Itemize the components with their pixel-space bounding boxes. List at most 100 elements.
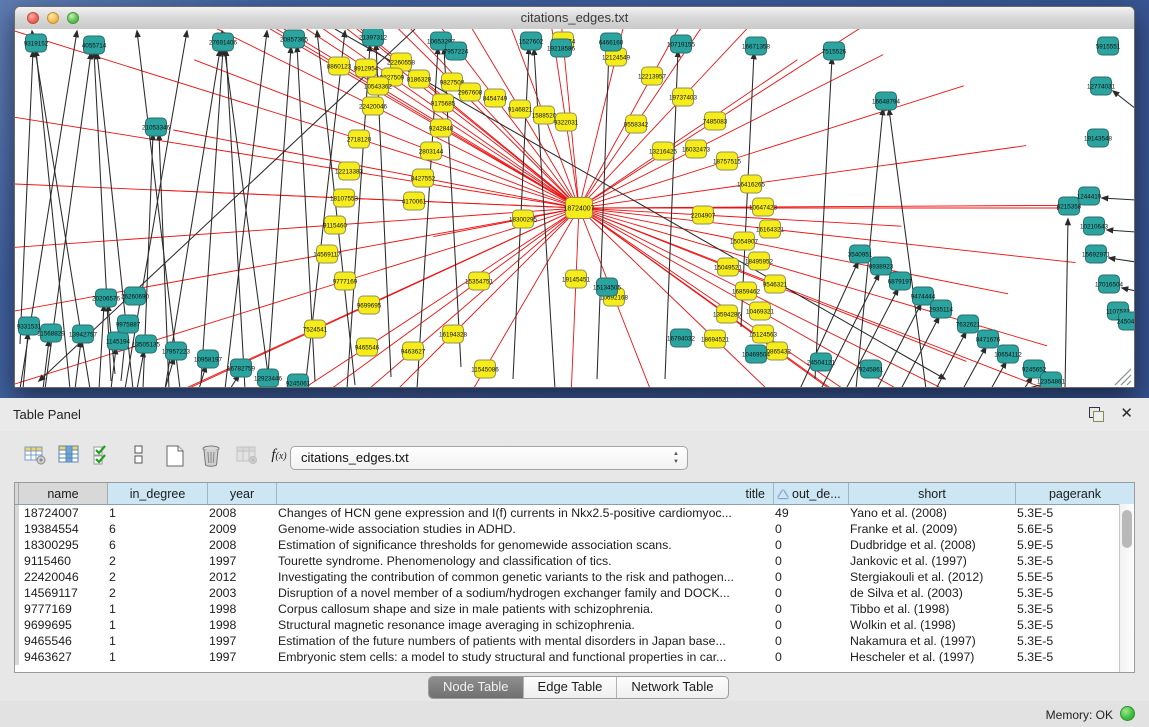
table-row[interactable]: 946554611997Estimation of the future num… [15,633,1134,649]
svg-text:7524541: 7524541 [303,326,328,333]
table-body: 1872400712008Changes of HCN gene express… [15,505,1134,665]
svg-text:17957223: 17957223 [162,348,191,355]
svg-text:16782759: 16782759 [227,365,256,372]
table-cell: 1 [104,649,204,665]
float-panel-icon[interactable] [1087,406,1105,422]
svg-text:16164321: 16164321 [756,226,785,233]
column-header-year[interactable]: year [208,483,277,504]
table-cell: 0 [770,601,845,617]
column-header-out-degree[interactable]: out_de... [774,483,849,504]
table-row[interactable]: 977716911998Corpus callosum shape and si… [15,601,1134,617]
network-window: citations_edges.txt 88601238912954222605… [14,6,1135,388]
table-cell: 14569117 [19,585,104,601]
svg-text:7485083: 7485083 [703,118,728,125]
svg-text:8215358: 8215358 [1057,203,1082,210]
tab-network-table[interactable]: Network Table [617,677,727,698]
delete-table-icon[interactable] [234,444,260,470]
svg-text:8186328: 8186328 [407,76,432,83]
network-canvas[interactable]: 8860123891295422260558982750981863281054… [15,29,1134,387]
table-cell: 1 [104,601,204,617]
table-cell: 9465546 [19,633,104,649]
tab-edge-table[interactable]: Edge Table [524,677,618,698]
svg-text:17016504: 17016504 [1095,281,1124,288]
table-cell: 0 [770,617,845,633]
svg-text:9115460: 9115460 [323,222,348,229]
desktop-background: citations_edges.txt 88601238912954222605… [0,0,1149,398]
show-columns-icon[interactable] [56,444,82,470]
table-cell: 1997 [204,633,273,649]
table-cell: 2 [104,585,204,601]
table-cell: Dudbridge et al. (2008) [845,537,1012,553]
svg-text:2935114: 2935114 [929,306,954,313]
dropdown-stepper-icon: ▲▼ [669,450,683,466]
row-height-icon[interactable] [126,444,152,470]
svg-text:13594286: 13594286 [713,311,742,318]
table-cell: 9699695 [19,617,104,633]
table-cell: Changes of HCN gene expression and I(f) … [273,505,770,521]
memory-ok-icon [1120,706,1135,721]
table-row[interactable]: 911546021997Tourette syndrome. Phenomeno… [15,553,1134,569]
svg-text:18724007: 18724007 [563,205,594,212]
column-header-title[interactable]: title [277,483,774,504]
tab-node-table[interactable]: Node Table [429,677,524,698]
table-cell: 5.9E-5 [1012,537,1134,553]
svg-text:9245061: 9245061 [286,380,311,387]
svg-text:15692971: 15692971 [1082,251,1111,258]
create-column-icon[interactable] [162,444,188,470]
table-cell: Tibbo et al. (1998) [845,601,1012,617]
svg-text:9245861: 9245861 [859,366,884,373]
svg-text:7632621: 7632621 [956,321,981,328]
column-header-short[interactable]: short [849,483,1016,504]
select-columns-icon[interactable] [90,444,116,470]
column-header-pagerank[interactable]: pagerank [1016,483,1134,504]
delete-columns-icon[interactable] [198,444,224,470]
table-row[interactable]: 1830029562008Estimation of significance … [15,537,1134,553]
table-select-dropdown[interactable]: citations_edges.txt ▲▼ [290,446,688,470]
table-toolbar: f(x) citations_edges.txt ▲▼ [14,438,1135,478]
svg-text:27691406: 27691406 [209,39,238,46]
svg-text:9331531: 9331531 [17,323,42,330]
sort-ascending-icon [778,490,788,498]
svg-text:3540951: 3540951 [848,251,873,258]
scrollbar-thumb[interactable] [1122,510,1132,548]
svg-text:19737403: 19737403 [669,94,698,101]
svg-text:11545086: 11545086 [471,366,499,373]
table-cell: Tourette syndrome. Phenomenology and cla… [273,553,770,569]
svg-text:6879197: 6879197 [888,278,913,285]
table-cell: 18724007 [19,505,104,521]
window-titlebar[interactable]: citations_edges.txt [15,7,1134,30]
table-row[interactable]: 969969511998Structural magnetic resonanc… [15,617,1134,633]
svg-text:6466160: 6466160 [599,39,624,46]
svg-text:9699695: 9699695 [357,302,382,309]
vertical-scrollbar[interactable] [1119,504,1134,672]
close-panel-icon[interactable]: ✕ [1120,404,1133,422]
table-panel: Table Panel ✕ f(x) citations_edges.txt ▲… [0,398,1149,727]
svg-text:8454749: 8454749 [483,95,508,102]
svg-text:15134505: 15134505 [593,284,622,291]
table-cell: 1 [104,617,204,633]
table-cell: 0 [770,649,845,665]
svg-text:12354861: 12354861 [1037,378,1066,385]
svg-text:24504121: 24504121 [807,359,836,366]
function-builder-icon[interactable]: f(x) [266,447,292,473]
svg-text:18694521: 18694521 [701,336,730,343]
svg-text:12213957: 12213957 [638,73,667,80]
table-cell: Wolkin et al. (1998) [845,617,1012,633]
window-title: citations_edges.txt [15,10,1134,25]
network-svg: 8860123891295422260558982750981863281054… [15,29,1134,387]
table-row[interactable]: 1938455462009Genome-wide association stu… [15,521,1134,537]
table-cell: 2003 [204,585,273,601]
svg-text:9777169: 9777169 [333,278,358,285]
table-row[interactable]: 2242004622012Investigating the contribut… [15,569,1134,585]
table-row[interactable]: 1456911722003Disruption of a novel membe… [15,585,1134,601]
table-options-icon[interactable] [22,444,48,470]
svg-text:21397312: 21397312 [359,34,388,41]
table-cell: 0 [770,553,845,569]
table-cell: 5.3E-5 [1012,649,1134,665]
column-header-name[interactable]: name [19,483,108,504]
table-header-row: name in_degree year title out_de... shor… [15,483,1134,505]
table-cell: 5.6E-5 [1012,521,1134,537]
table-row[interactable]: 946362711997Embryonic stem cells: a mode… [15,649,1134,665]
table-row[interactable]: 1872400712008Changes of HCN gene express… [15,505,1134,521]
column-header-in-degree[interactable]: in_degree [108,483,208,504]
